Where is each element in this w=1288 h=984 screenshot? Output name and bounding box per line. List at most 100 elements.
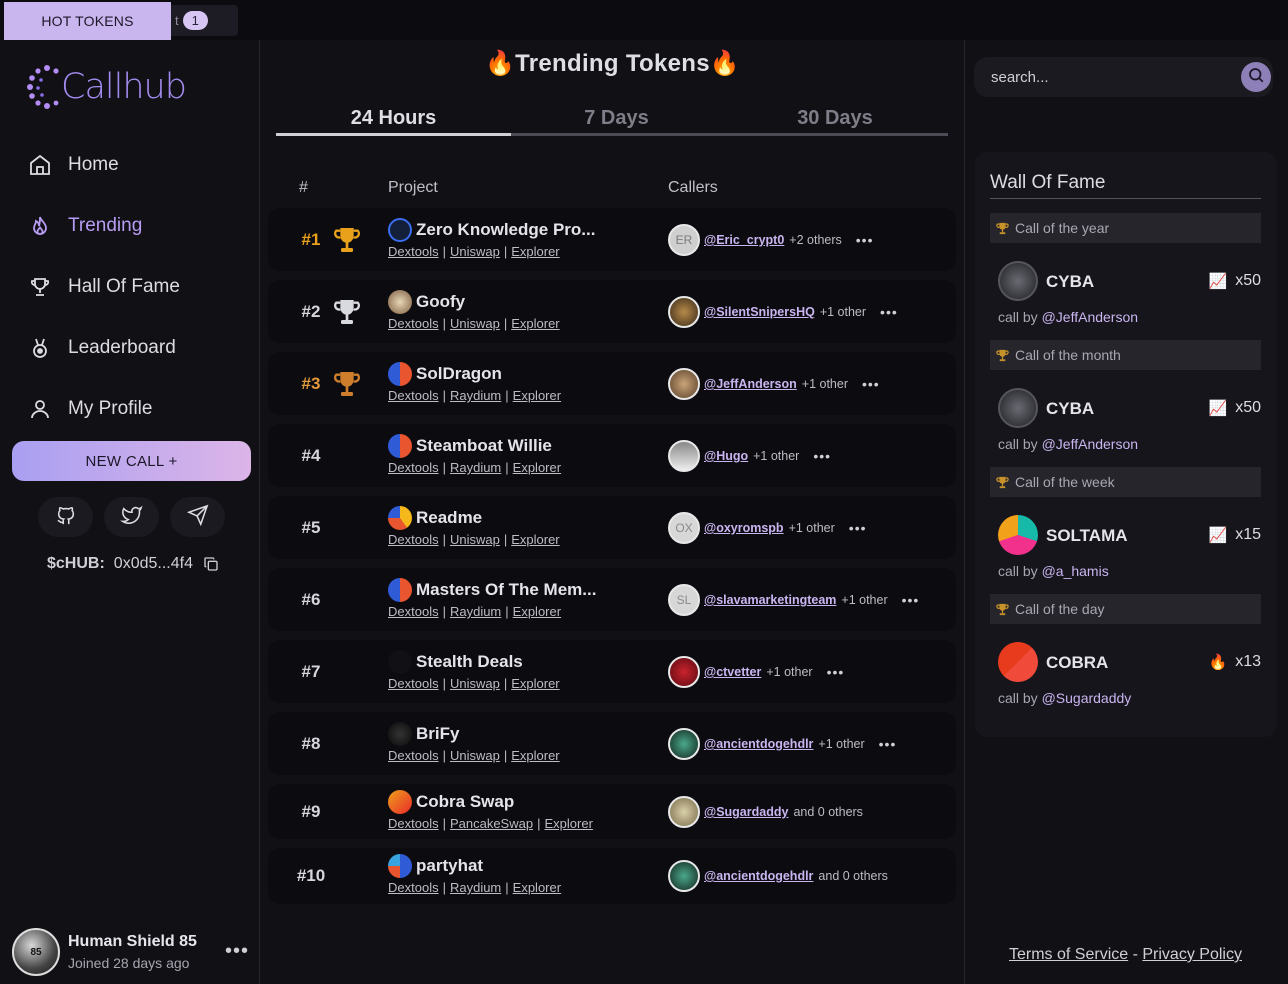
caller-handle[interactable]: @oxyromspb xyxy=(704,521,784,535)
caller-handle[interactable]: @slavamarketingteam xyxy=(704,593,836,607)
project-link-dextools[interactable]: Dextools xyxy=(388,244,439,259)
copy-icon[interactable] xyxy=(203,556,219,572)
callhub-logo[interactable]: Callhub xyxy=(27,64,187,110)
caller-handle[interactable]: @ancientdogehdlr xyxy=(704,869,813,883)
search-input[interactable] xyxy=(991,68,1221,86)
project-link-dextools[interactable]: Dextools xyxy=(388,748,439,763)
wall-of-fame-card[interactable]: COBRA 🔥 x13 call by @Sugardaddy xyxy=(990,624,1261,721)
caller-avatar[interactable] xyxy=(668,728,700,760)
more-callers-icon[interactable]: ••• xyxy=(902,592,920,608)
more-callers-icon[interactable]: ••• xyxy=(862,376,880,392)
caller-avatar[interactable] xyxy=(668,296,700,328)
caller-handle[interactable]: @Eric_crypt0 xyxy=(704,233,784,247)
project-link-raydium[interactable]: Raydium xyxy=(450,460,501,475)
terms-link[interactable]: Terms of Service xyxy=(1009,946,1128,963)
table-row[interactable]: #2 Goofy Dextools | Uniswap | Explorer @Sile… xyxy=(268,280,956,343)
twitter-link[interactable] xyxy=(104,497,159,537)
more-callers-icon[interactable]: ••• xyxy=(880,304,898,320)
caller-avatar[interactable] xyxy=(668,796,700,828)
project-link-explorer[interactable]: Explorer xyxy=(511,316,559,331)
table-row[interactable]: #1 Zero Knowledge Pro... Dextools | Uniswa… xyxy=(268,208,956,271)
project-link-raydium[interactable]: Raydium xyxy=(450,604,501,619)
wall-of-fame-card[interactable]: CYBA 📈 x50 call by @JeffAnderson xyxy=(990,243,1261,340)
wall-of-fame-card[interactable]: CYBA 📈 x50 call by @JeffAnderson xyxy=(990,370,1261,467)
privacy-link[interactable]: Privacy Policy xyxy=(1142,946,1242,963)
project-link-pancakeswap[interactable]: PancakeSwap xyxy=(450,816,533,831)
sidebar-item-my-profile[interactable]: My Profile xyxy=(28,378,180,439)
user-profile[interactable]: 85 Human Shield 85 Joined 28 days ago ••… xyxy=(12,928,252,976)
project-name[interactable]: partyhat xyxy=(416,856,483,876)
more-callers-icon[interactable]: ••• xyxy=(849,520,867,536)
caller-avatar[interactable] xyxy=(668,656,700,688)
project-link-dextools[interactable]: Dextools xyxy=(388,460,439,475)
more-callers-icon[interactable]: ••• xyxy=(813,448,831,464)
project-name[interactable]: Zero Knowledge Pro... xyxy=(416,220,595,240)
project-name[interactable]: Cobra Swap xyxy=(416,792,514,812)
tab-7-days[interactable]: 7 Days xyxy=(511,104,722,133)
project-link-explorer[interactable]: Explorer xyxy=(511,244,559,259)
caller-handle[interactable]: @Hugo xyxy=(704,449,748,463)
project-link-uniswap[interactable]: Uniswap xyxy=(450,244,500,259)
caller-avatar[interactable] xyxy=(668,860,700,892)
project-link-explorer[interactable]: Explorer xyxy=(511,532,559,547)
github-link[interactable] xyxy=(38,497,93,537)
project-name[interactable]: Masters Of The Mem... xyxy=(416,580,596,600)
project-link-dextools[interactable]: Dextools xyxy=(388,676,439,691)
project-link-explorer[interactable]: Explorer xyxy=(513,604,561,619)
project-link-uniswap[interactable]: Uniswap xyxy=(450,748,500,763)
sidebar-item-home[interactable]: Home xyxy=(28,134,180,195)
new-call-button[interactable]: NEW CALL + xyxy=(12,441,251,481)
project-link-dextools[interactable]: Dextools xyxy=(388,816,439,831)
project-link-uniswap[interactable]: Uniswap xyxy=(450,316,500,331)
table-row[interactable]: #5 Readme Dextools | Uniswap | Explorer OX @… xyxy=(268,496,956,559)
caller-handle[interactable]: @JeffAnderson xyxy=(1042,309,1138,325)
hot-token-ticker-item[interactable]: t 1 xyxy=(171,5,238,36)
more-callers-icon[interactable]: ••• xyxy=(879,736,897,752)
project-link-explorer[interactable]: Explorer xyxy=(513,880,561,895)
wall-of-fame-card[interactable]: SOLTAMA 📈 x15 call by @a_hamis xyxy=(990,497,1261,594)
tab-24-hours[interactable]: 24 Hours xyxy=(276,104,511,136)
caller-handle[interactable]: @Sugardaddy xyxy=(1042,690,1132,706)
caller-handle[interactable]: @SilentSnipersHQ xyxy=(704,305,815,319)
project-link-raydium[interactable]: Raydium xyxy=(450,388,501,403)
more-callers-icon[interactable]: ••• xyxy=(856,232,874,248)
project-link-dextools[interactable]: Dextools xyxy=(388,880,439,895)
table-row[interactable]: #3 SolDragon Dextools | Raydium | Explorer @… xyxy=(268,352,956,415)
project-link-explorer[interactable]: Explorer xyxy=(513,388,561,403)
project-link-raydium[interactable]: Raydium xyxy=(450,880,501,895)
project-link-explorer[interactable]: Explorer xyxy=(511,676,559,691)
caller-avatar[interactable]: OX xyxy=(668,512,700,544)
search-button[interactable] xyxy=(1241,62,1271,92)
project-link-uniswap[interactable]: Uniswap xyxy=(450,532,500,547)
more-icon[interactable]: ••• xyxy=(225,940,249,963)
caller-handle[interactable]: @JeffAnderson xyxy=(1042,436,1138,452)
sidebar-item-hall-of-fame[interactable]: Hall Of Fame xyxy=(28,256,180,317)
table-row[interactable]: #9 Cobra Swap Dextools | PancakeSwap | Explo… xyxy=(268,784,956,839)
project-link-dextools[interactable]: Dextools xyxy=(388,316,439,331)
caller-avatar[interactable]: ER xyxy=(668,224,700,256)
project-link-explorer[interactable]: Explorer xyxy=(513,460,561,475)
caller-handle[interactable]: @ancientdogehdlr xyxy=(704,737,813,751)
caller-handle[interactable]: @a_hamis xyxy=(1042,563,1109,579)
table-row[interactable]: #10 partyhat Dextools | Raydium | Explorer @… xyxy=(268,848,956,904)
project-name[interactable]: Goofy xyxy=(416,292,465,312)
caller-avatar[interactable] xyxy=(668,368,700,400)
project-name[interactable]: Readme xyxy=(416,508,482,528)
caller-handle[interactable]: @ctvetter xyxy=(704,665,761,679)
more-callers-icon[interactable]: ••• xyxy=(827,664,845,680)
project-link-explorer[interactable]: Explorer xyxy=(544,816,592,831)
sidebar-item-trending[interactable]: Trending xyxy=(28,195,180,256)
table-row[interactable]: #6 Masters Of The Mem... Dextools | Raydiu… xyxy=(268,568,956,631)
sidebar-item-leaderboard[interactable]: Leaderboard xyxy=(28,317,180,378)
table-row[interactable]: #4 Steamboat Willie Dextools | Raydium | Exp… xyxy=(268,424,956,487)
telegram-link[interactable] xyxy=(170,497,225,537)
project-link-explorer[interactable]: Explorer xyxy=(511,748,559,763)
project-name[interactable]: Stealth Deals xyxy=(416,652,523,672)
project-link-dextools[interactable]: Dextools xyxy=(388,388,439,403)
caller-handle[interactable]: @Sugardaddy xyxy=(704,805,788,819)
caller-handle[interactable]: @JeffAnderson xyxy=(704,377,797,391)
project-name[interactable]: BriFy xyxy=(416,724,459,744)
tab-30-days[interactable]: 30 Days xyxy=(722,104,948,133)
project-name[interactable]: Steamboat Willie xyxy=(416,436,552,456)
caller-avatar[interactable] xyxy=(668,440,700,472)
